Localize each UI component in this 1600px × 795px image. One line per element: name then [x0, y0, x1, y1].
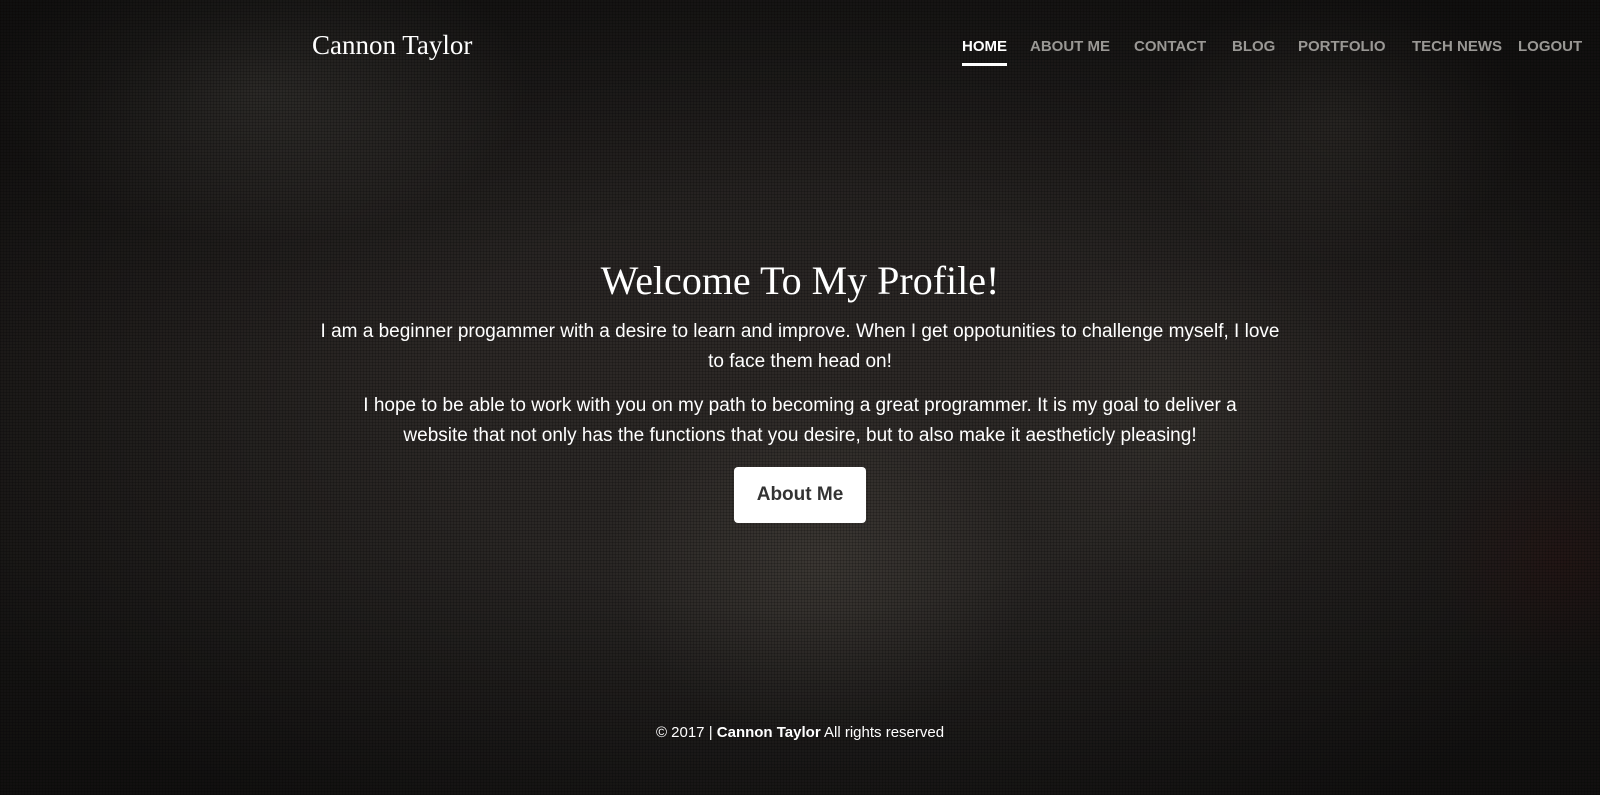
about-me-button[interactable]: About Me [734, 467, 866, 523]
nav-item-contact[interactable]: CONTACT [1134, 38, 1206, 63]
nav-item-home[interactable]: HOME [962, 38, 1007, 66]
brand-logo[interactable]: Cannon Taylor [312, 30, 472, 61]
footer-name: Cannon Taylor [716, 724, 821, 741]
nav-item-logout[interactable]: LOGOUT [1518, 38, 1582, 63]
nav-item-blog[interactable]: BLOG [1232, 38, 1275, 63]
hero-paragraph-intro: I am a beginner progammer with a desire … [320, 321, 1280, 372]
hero-section: Welcome To My Profile! I am a beginner p… [300, 255, 1300, 523]
hero-title: Welcome To My Profile! [600, 258, 1000, 303]
hero-paragraph-goal: I hope to be able to work with you on my… [363, 395, 1237, 446]
footer: © 2017 | Cannon Taylor All rights reserv… [0, 724, 1600, 741]
nav-item-tech-news[interactable]: TECH NEWS [1412, 38, 1502, 63]
footer-copyright: © 2017 | [655, 724, 713, 741]
nav-item-about-me[interactable]: ABOUT ME [1030, 38, 1110, 63]
footer-rights: All rights reserved [824, 724, 945, 741]
nav-item-portfolio[interactable]: PORTFOLIO [1298, 38, 1386, 63]
